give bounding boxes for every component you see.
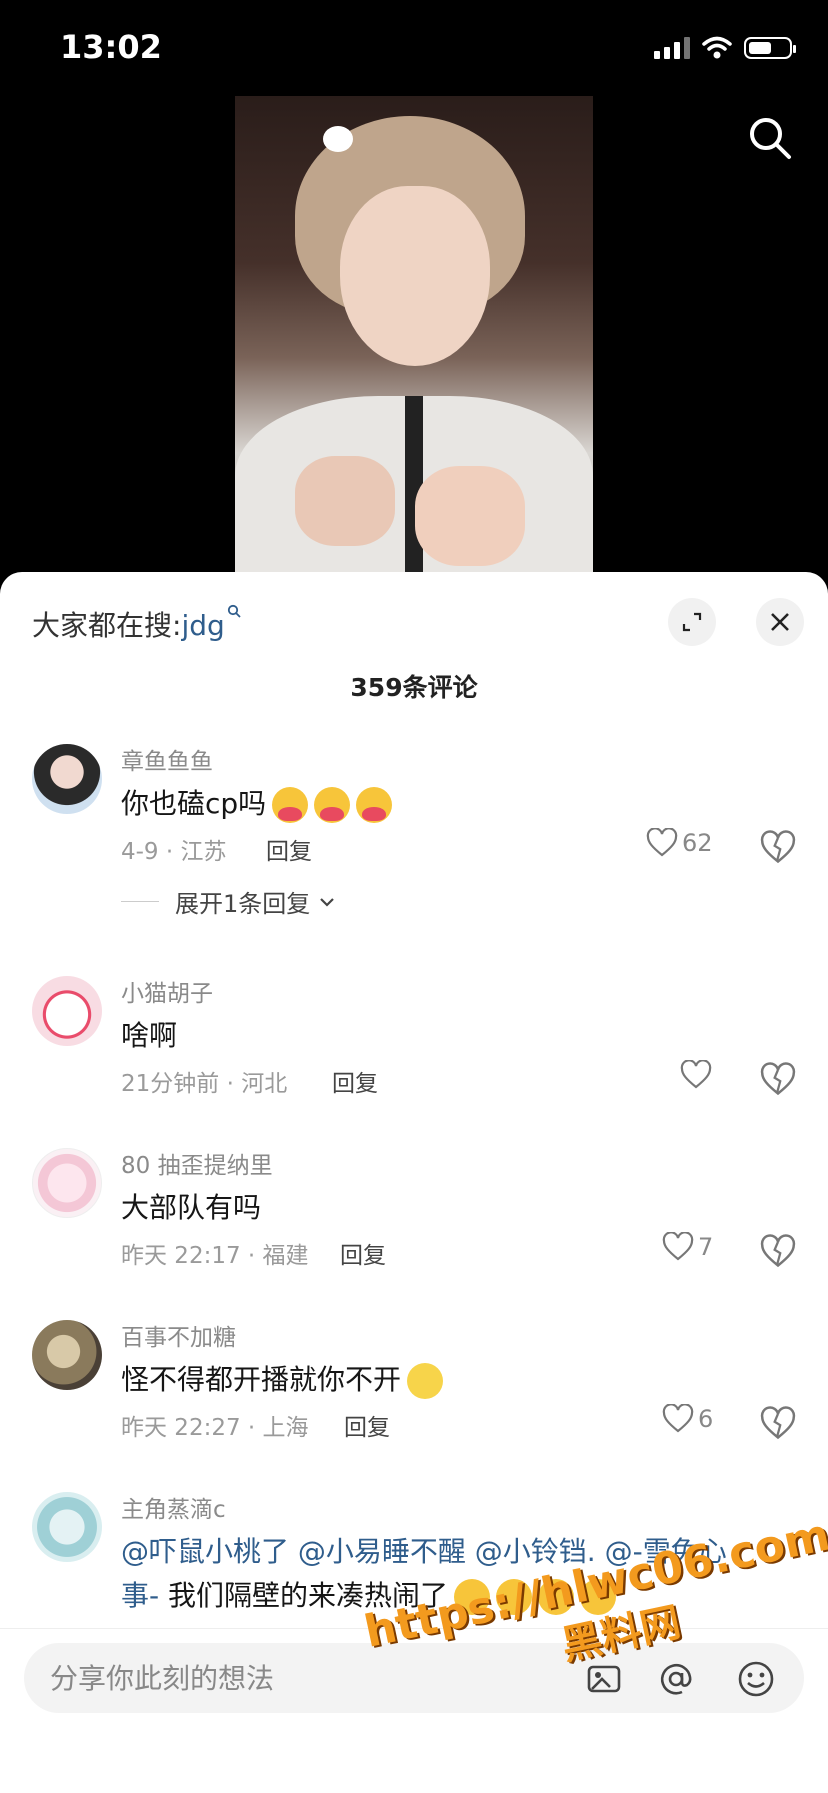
hot-search-suggestion[interactable]: 大家都在搜:jdg xyxy=(32,604,241,644)
comment-text: 怪不得都开播就你不开 xyxy=(121,1358,444,1399)
status-time: 13:02 xyxy=(60,28,162,66)
heart-icon xyxy=(662,1232,694,1261)
comment-username[interactable]: 章鱼鱼鱼 xyxy=(121,742,213,776)
cellular-signal-icon xyxy=(654,37,690,59)
avatar[interactable] xyxy=(32,976,102,1046)
broken-heart-icon[interactable] xyxy=(760,1234,796,1270)
reply-button[interactable]: 回复 xyxy=(340,1236,386,1270)
heart-icon xyxy=(680,1060,712,1089)
battery-icon xyxy=(744,37,796,59)
like-button[interactable]: 62 xyxy=(646,828,713,858)
hot-search-keyword[interactable]: jdg xyxy=(181,609,224,642)
avatar[interactable] xyxy=(32,744,102,814)
like-button[interactable] xyxy=(680,1060,712,1090)
like-button[interactable]: 7 xyxy=(662,1232,713,1262)
expand-replies-label: 展开1条回复 xyxy=(175,890,311,918)
sticker-icon xyxy=(323,126,353,152)
comment-text: 大部队有吗 xyxy=(121,1191,262,1224)
avatar[interactable] xyxy=(32,1320,102,1390)
video-figure-hand xyxy=(295,456,395,546)
like-button[interactable]: 6 xyxy=(662,1404,713,1434)
video-player[interactable] xyxy=(235,96,593,572)
avatar[interactable] xyxy=(32,1492,102,1562)
heart-icon xyxy=(662,1404,694,1433)
expand-icon xyxy=(682,612,702,632)
expand-replies-button[interactable]: 展开1条回复 xyxy=(121,884,338,919)
comment-text-content: 怪不得都开播就你不开 xyxy=(121,1363,402,1396)
like-count: 7 xyxy=(698,1233,714,1261)
expand-button[interactable] xyxy=(668,598,716,646)
mention-link[interactable]: 事- xyxy=(121,1579,159,1612)
comment-text-content: 你也磕cp吗 xyxy=(121,787,267,820)
comment-meta: 昨天 22:27 · 上海 xyxy=(121,1415,309,1441)
video-figure-face xyxy=(340,186,490,366)
reply-button[interactable]: 回复 xyxy=(266,832,312,866)
divider xyxy=(121,901,159,902)
comment-count: 359条评论 xyxy=(350,673,478,702)
video-figure-hand xyxy=(415,466,525,566)
chevron-down-icon xyxy=(320,897,335,907)
close-button[interactable] xyxy=(756,598,804,646)
comment-username[interactable]: 80 抽歪提纳里 xyxy=(121,1146,273,1180)
broken-heart-icon[interactable] xyxy=(760,830,796,866)
comment-username[interactable]: 小猫胡子 xyxy=(121,974,213,1008)
status-icons xyxy=(654,36,796,60)
hug-emoji-icon xyxy=(272,787,309,823)
broken-heart-icon[interactable] xyxy=(760,1406,796,1442)
avatar[interactable] xyxy=(32,1148,102,1218)
comment-meta: 21分钟前 · 河北 xyxy=(121,1071,288,1097)
at-mention-icon[interactable] xyxy=(656,1659,696,1699)
like-count: 62 xyxy=(682,829,713,857)
comment-username[interactable]: 百事不加糖 xyxy=(121,1318,236,1352)
hug-emoji-icon xyxy=(314,787,351,823)
hug-emoji-icon xyxy=(356,787,393,823)
wifi-icon xyxy=(702,36,732,59)
comment-text: 啥啊 xyxy=(121,1019,178,1052)
broken-heart-icon[interactable] xyxy=(760,1062,796,1098)
video-figure-jacket xyxy=(235,396,593,572)
status-bar: 13:02 xyxy=(0,0,828,96)
heart-icon xyxy=(646,828,678,857)
search-icon xyxy=(227,604,241,618)
reply-button[interactable]: 回复 xyxy=(344,1408,390,1442)
like-count: 6 xyxy=(698,1405,714,1433)
smile-emoji-icon xyxy=(407,1363,444,1399)
search-icon[interactable] xyxy=(746,114,794,162)
comment-username[interactable]: 主角蒸滴c xyxy=(121,1490,226,1524)
close-icon xyxy=(771,613,789,631)
comment-meta: 4-9 · 江苏 xyxy=(121,839,227,865)
emoji-icon[interactable] xyxy=(736,1659,776,1699)
reply-button[interactable]: 回复 xyxy=(332,1064,378,1098)
hot-search-prefix: 大家都在搜: xyxy=(32,609,182,642)
comment-meta: 昨天 22:17 · 福建 xyxy=(121,1243,309,1269)
comment-text: 你也磕cp吗 xyxy=(121,782,393,823)
